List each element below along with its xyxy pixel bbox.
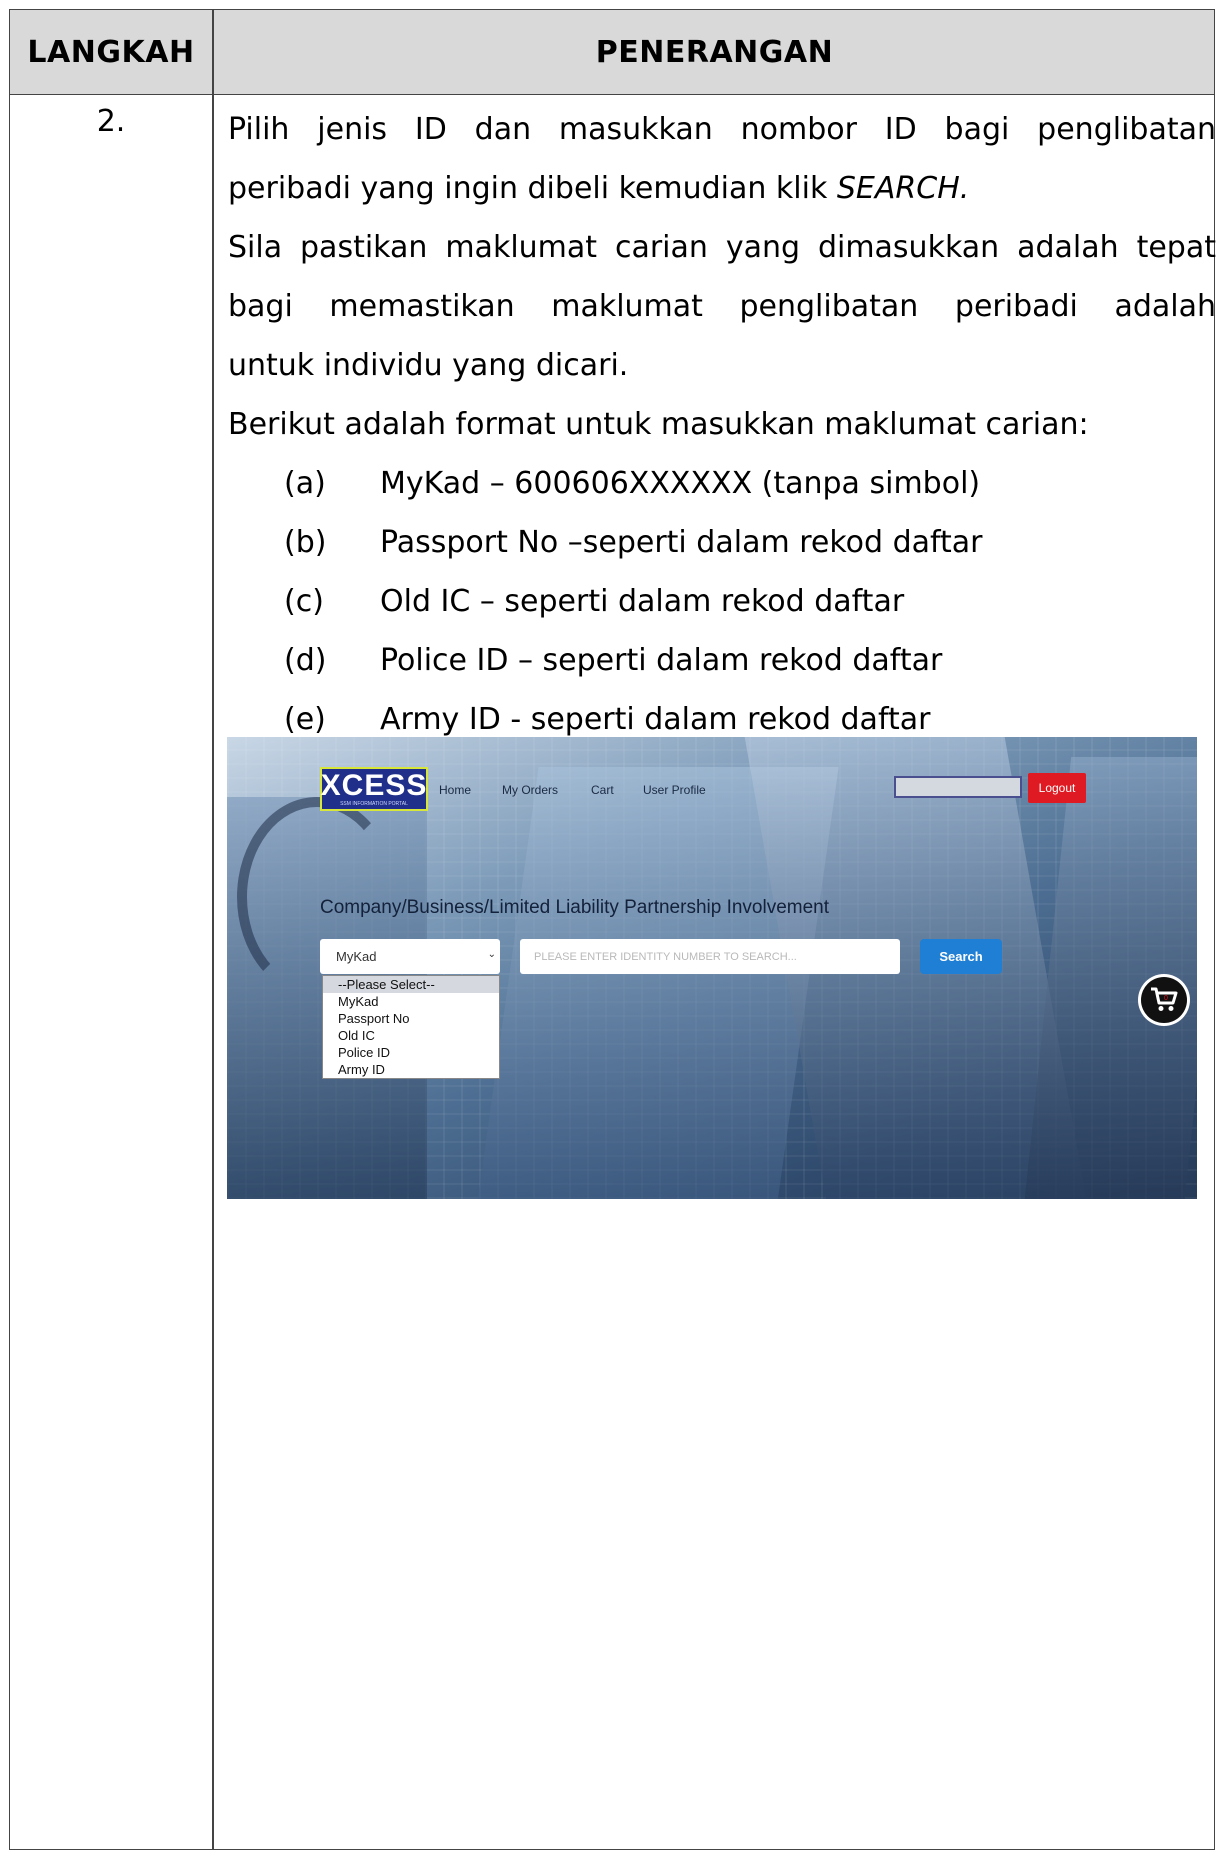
paragraph-text: peribadi yang ingin dibeli kemudian klik [228, 171, 837, 206]
dropdown-option[interactable]: Army ID [323, 1061, 499, 1078]
dropdown-option[interactable]: --Please Select-- [323, 976, 499, 993]
list-text: MyKad – 600606XXXXXX (tanpa simbol) [380, 466, 981, 501]
step-number: 2. [96, 104, 126, 139]
logout-button[interactable]: Logout [1028, 773, 1086, 803]
nav-home-link[interactable]: Home [439, 783, 471, 797]
cart-count: 0 [1164, 995, 1168, 1002]
id-type-select[interactable]: MyKad ⌄ [320, 939, 500, 974]
embedded-screenshot: XCESS SSM INFORMATION PORTAL Home My Ord… [227, 737, 1197, 1199]
dropdown-option[interactable]: Passport No [323, 1010, 499, 1027]
logo-text: XCESS [320, 769, 428, 802]
shopping-cart-icon: 0 [1151, 987, 1178, 1011]
nav-my-orders-link[interactable]: My Orders [502, 783, 558, 797]
paragraph-line: Berikut adalah format untuk masukkan mak… [228, 407, 1089, 442]
floating-cart-button[interactable]: 0 [1138, 974, 1190, 1026]
header-langkah: LANGKAH [27, 35, 195, 70]
list-label: (c) [284, 584, 324, 619]
step-description: Pilih jenis ID dan masukkan nombor ID ba… [228, 100, 1216, 749]
id-type-selected: MyKad [336, 949, 377, 964]
identity-number-input[interactable]: PLEASE ENTER IDENTITY NUMBER TO SEARCH..… [520, 939, 900, 974]
list-label: (a) [284, 466, 326, 501]
logo-subtext: SSM INFORMATION PORTAL [340, 801, 408, 807]
xcess-logo[interactable]: XCESS SSM INFORMATION PORTAL [320, 767, 428, 811]
chevron-down-icon: ⌄ [487, 949, 496, 960]
dropdown-option[interactable]: MyKad [323, 993, 499, 1010]
list-text: Old IC – seperti dalam rekod daftar [380, 584, 905, 619]
search-emphasis: SEARCH. [836, 171, 970, 206]
list-item: (c) Old IC – seperti dalam rekod daftar [228, 572, 1216, 631]
list-label: (d) [284, 643, 327, 678]
section-title: Company/Business/Limited Liability Partn… [320, 897, 830, 918]
header-penerangan: PENERANGAN [595, 35, 834, 70]
search-button[interactable]: Search [920, 939, 1002, 974]
list-text: Police ID – seperti dalam rekod daftar [380, 643, 943, 678]
nav-cart-link[interactable]: Cart [591, 783, 614, 797]
paragraph-line: untuk individu yang dicari. [228, 348, 629, 383]
dropdown-option[interactable]: Police ID [323, 1044, 499, 1061]
user-name-field[interactable] [894, 776, 1022, 798]
nav-user-profile-link[interactable]: User Profile [643, 783, 706, 797]
column-divider [212, 10, 214, 1849]
id-type-dropdown-list: --Please Select-- MyKad Passport No Old … [322, 975, 500, 1079]
format-list: (a) MyKad – 600606XXXXXX (tanpa simbol) (… [228, 454, 1216, 749]
paragraph-line: Sila pastikan maklumat carian yang dimas… [228, 230, 1216, 265]
paragraph-line: peribadi yang ingin dibeli kemudian klik… [228, 159, 1216, 218]
cart-icon-wrap: 0 [1141, 977, 1187, 1023]
list-text: Passport No –seperti dalam rekod daftar [380, 525, 983, 560]
list-item: (a) MyKad – 600606XXXXXX (tanpa simbol) [228, 454, 1216, 513]
list-label: (b) [284, 525, 327, 560]
list-item: (b) Passport No –seperti dalam rekod daft… [228, 513, 1216, 572]
list-item: (d) Police ID – seperti dalam rekod dafta… [228, 631, 1216, 690]
dropdown-option[interactable]: Old IC [323, 1027, 499, 1044]
paragraph-line: Pilih jenis ID dan masukkan nombor ID ba… [228, 112, 1216, 147]
paragraph-line: bagi memastikan maklumat penglibatan per… [228, 289, 1216, 324]
